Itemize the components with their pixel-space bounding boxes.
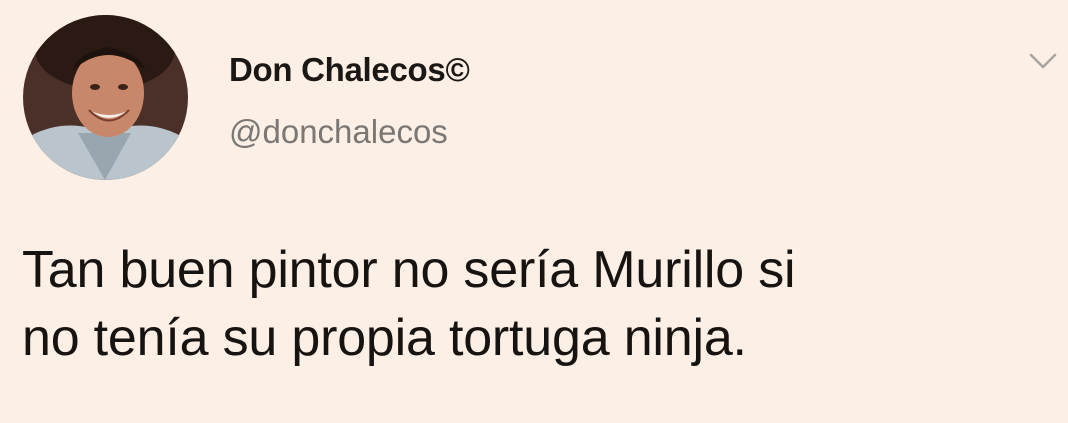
tweet-text-line: no tenía su propia tortuga ninja.: [22, 309, 747, 367]
author-handle[interactable]: @donchalecos: [229, 108, 448, 156]
tweet-text-line: Tan buen pintor no sería Murillo si: [22, 241, 796, 299]
chevron-down-icon[interactable]: [1026, 44, 1060, 78]
avatar[interactable]: [23, 15, 188, 180]
author-display-name[interactable]: Don Chalecos©: [229, 46, 470, 94]
tweet-text: Tan buen pintor no sería Murillo si no t…: [22, 236, 1052, 372]
tweet-card: Don Chalecos© @donchalecos Tan buen pint…: [0, 0, 1068, 423]
profile-photo: [23, 15, 188, 180]
